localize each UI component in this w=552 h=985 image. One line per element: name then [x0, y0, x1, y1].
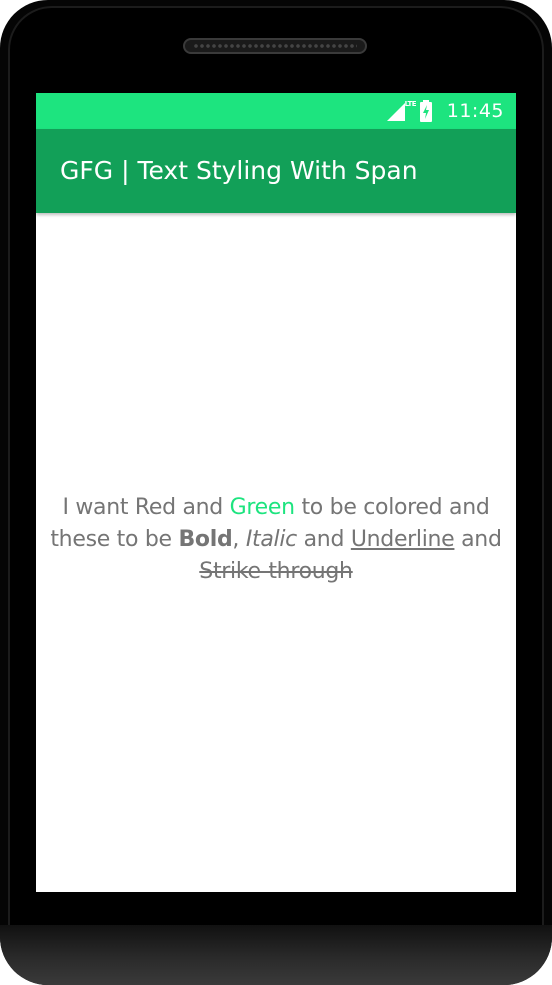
status-bar: 11:45 LTE [36, 93, 516, 129]
status-time: 11:45 [446, 100, 504, 122]
app-title: GFG | Text Styling With Span [60, 156, 418, 185]
text-segment: and [296, 526, 351, 552]
strikethrough-span: Strike-through [199, 558, 353, 584]
speaker-grille [183, 38, 367, 54]
green-span: Green [229, 494, 295, 520]
underline-span: Underline [350, 526, 455, 552]
styled-text-view: I want Red and Green to be colored and t… [36, 492, 516, 588]
speaker-holes [193, 43, 357, 49]
status-icons: 11:45 [382, 93, 504, 129]
screen: 11:45 LTE GFG | Text Styling With Span I… [36, 93, 516, 892]
text-segment: I want Red and [62, 494, 230, 520]
network-type-label: LTE [404, 100, 417, 108]
text-segment: , [232, 526, 246, 552]
bold-span: Bold [178, 526, 233, 552]
content-area: I want Red and Green to be colored and t… [36, 213, 516, 892]
phone-chin [0, 925, 552, 985]
text-segment: and [454, 526, 502, 552]
battery-charging-icon [419, 100, 432, 122]
app-bar: GFG | Text Styling With Span [36, 129, 516, 213]
italic-span: Italic [245, 526, 297, 552]
phone-frame: 11:45 LTE GFG | Text Styling With Span I… [0, 0, 552, 985]
